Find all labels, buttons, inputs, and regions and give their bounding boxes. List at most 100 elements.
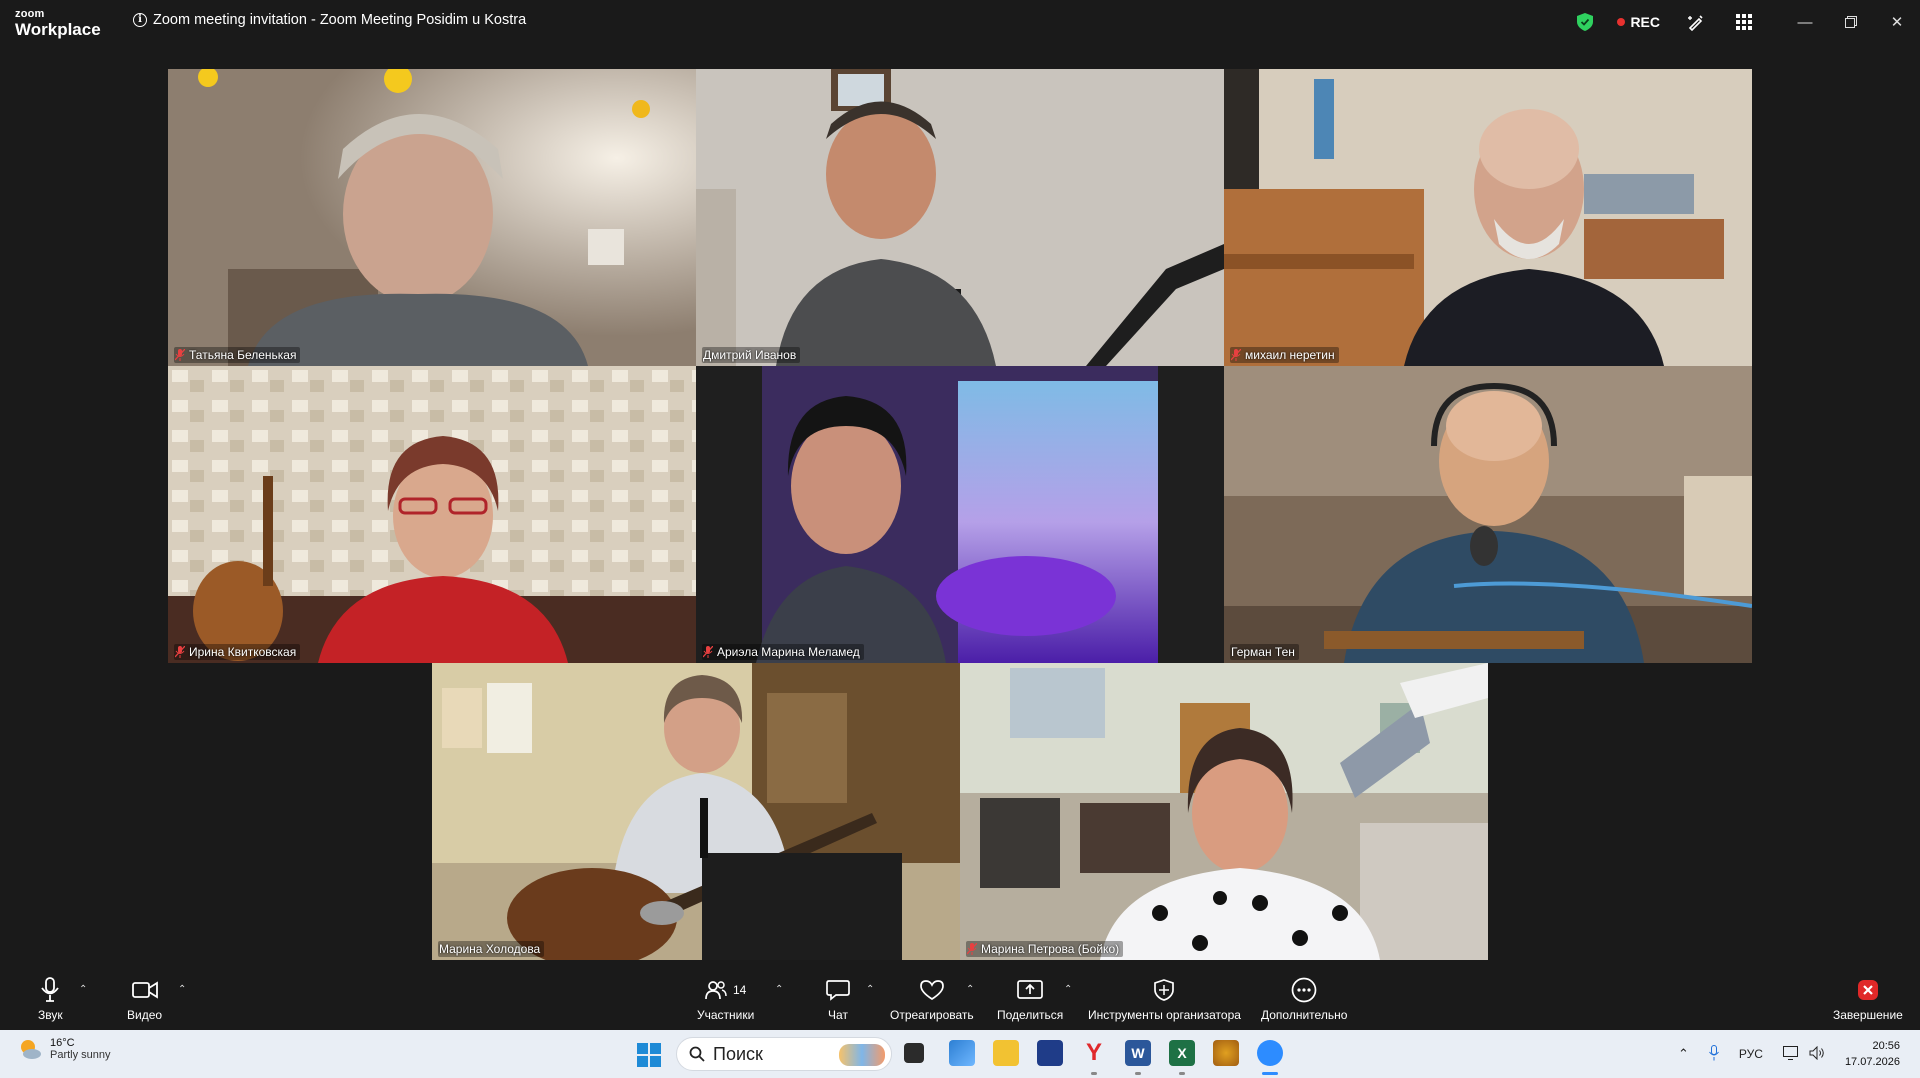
participant-video [1224,69,1752,366]
participant-name: Ариэла Марина Меламед [717,645,860,659]
share-screen-icon [1017,980,1043,999]
more-button[interactable]: Дополнительно [1261,976,1347,1022]
logo-line2: Workplace [15,20,101,39]
task-view-icon[interactable] [904,1043,924,1063]
running-indicator [1135,1072,1141,1075]
participant-label: Татьяна Беленькая [174,347,301,363]
weather-widget[interactable]: 16°C Partly sunny [18,1037,111,1061]
active-app-indicator [1262,1072,1278,1075]
system-clock[interactable]: 20:56 17.07.2026 [1845,1038,1900,1070]
apps-grid-icon[interactable] [1734,12,1754,32]
microsoft-store-icon[interactable] [949,1040,975,1066]
audio-button[interactable]: Звук [38,976,63,1022]
video-tile[interactable]: Татьяна Беленькая [168,69,696,366]
windows-start-icon[interactable] [637,1043,661,1067]
video-tile[interactable]: Марина Холодова [432,663,960,960]
participant-video [168,366,696,663]
participants-label: Участники [697,1008,755,1022]
participant-name: Дмитрий Иванов [703,348,797,362]
excel-icon[interactable]: X [1169,1040,1195,1066]
participants-options-chevron-icon[interactable]: ⌃ [775,984,783,995]
video-tile[interactable]: Ирина Квитковская [168,366,696,663]
participants-icon [705,981,727,1000]
participant-video [432,663,960,960]
audio-options-chevron-icon[interactable]: ⌃ [79,984,87,995]
zoom-logo: zoom Workplace [15,9,101,39]
volume-icon[interactable] [1809,1045,1825,1063]
file-explorer-icon[interactable] [993,1040,1019,1066]
rec-label: REC [1630,14,1660,30]
end-meeting-button[interactable]: Завершение [1833,976,1903,1022]
share-screen-button[interactable]: Поделиться [997,976,1063,1022]
close-button[interactable]: ✕ [1874,0,1920,44]
temperature: 16°C [50,1037,75,1049]
search-highlight-image [839,1044,885,1066]
participant-label: Ирина Квитковская [174,644,301,660]
more-icon [1291,977,1317,1003]
chat-icon [826,980,850,1001]
calculator-app-icon[interactable] [1037,1040,1063,1066]
video-tile[interactable]: Дмитрий Иванов [696,69,1224,366]
rec-dot-icon [1617,18,1626,26]
react-button[interactable]: Отреагировать [890,976,974,1022]
meeting-info[interactable]: i Zoom meeting invitation - Zoom Meeting… [133,12,526,28]
mic-muted-icon [966,942,978,955]
react-options-chevron-icon[interactable]: ⌃ [966,984,974,995]
participant-label: михаил неретин [1230,347,1339,363]
mic-muted-icon [702,645,714,658]
video-tile[interactable]: Марина Петрова (Бойко) [960,663,1488,960]
participant-video [960,663,1488,960]
video-camera-icon [131,981,158,999]
video-button[interactable]: Видео [127,976,162,1022]
host-tools-button[interactable]: Инструменты организатора [1088,976,1241,1022]
microphone-in-use-icon[interactable] [1709,1044,1719,1064]
end-label: Завершение [1833,1008,1903,1022]
app-icon[interactable] [1213,1040,1239,1066]
video-tile[interactable]: михаил неретин [1224,69,1752,366]
participant-name: Татьяна Беленькая [189,348,297,362]
heart-icon [919,980,944,1001]
more-label: Дополнительно [1261,1008,1348,1022]
window-title: Zoom meeting invitation - Zoom Meeting P… [153,12,527,28]
participant-name: Марина Холодова [439,942,541,956]
participant-video [696,366,1224,663]
participant-name: Ирина Квитковская [189,645,297,659]
participant-name: михаил неретин [1245,348,1335,362]
participants-count: 14 [732,983,747,997]
annotate-icon[interactable] [1686,12,1706,32]
restore-button[interactable] [1828,0,1874,44]
search-icon [689,1046,705,1062]
video-options-chevron-icon[interactable]: ⌃ [178,984,186,995]
share-options-chevron-icon[interactable]: ⌃ [1064,984,1072,995]
participant-label: Герман Тен [1230,644,1299,660]
video-tile-active-speaker[interactable]: Герман Тен [1224,366,1752,663]
word-icon[interactable]: W [1125,1040,1151,1066]
show-hidden-icons-chevron-icon[interactable]: ⌃ [1678,1046,1689,1062]
zoom-app-icon[interactable] [1257,1040,1283,1066]
input-language[interactable]: РУС [1739,1047,1763,1061]
shield-icon [1154,979,1175,1001]
partly-sunny-icon [18,1037,42,1061]
participant-name: Марина Петрова (Бойко) [981,942,1120,956]
search-placeholder: Поиск [713,1043,763,1064]
mic-muted-icon [174,348,186,361]
title-bar: zoom Workplace i Zoom meeting invitation… [0,0,1920,44]
recording-indicator[interactable]: REC [1617,14,1660,30]
minimize-button[interactable]: — [1782,0,1828,44]
system-tray: ⌃ РУС 20:56 17.07.2026 [1678,1030,1920,1078]
security-shield-icon[interactable] [1577,13,1594,31]
participants-button[interactable]: 14 Участники [697,976,754,1022]
mic-muted-icon [174,645,186,658]
yandex-browser-icon[interactable]: Y [1081,1040,1107,1066]
network-icon[interactable] [1782,1045,1801,1063]
video-tile[interactable]: Ариэла Марина Меламед [696,366,1224,663]
info-icon[interactable]: i [133,13,147,27]
chat-button[interactable]: Чат [826,976,850,1022]
chat-options-chevron-icon[interactable]: ⌃ [866,984,874,995]
chat-label: Чат [828,1008,848,1022]
running-indicator [1179,1072,1185,1075]
participant-video [1224,366,1752,663]
audio-label: Звук [38,1008,63,1022]
taskbar-search[interactable]: Поиск [676,1037,892,1071]
os-taskbar: 16°C Partly sunny Поиск Y W X ⌃ РУС 20:5… [0,1030,1920,1078]
